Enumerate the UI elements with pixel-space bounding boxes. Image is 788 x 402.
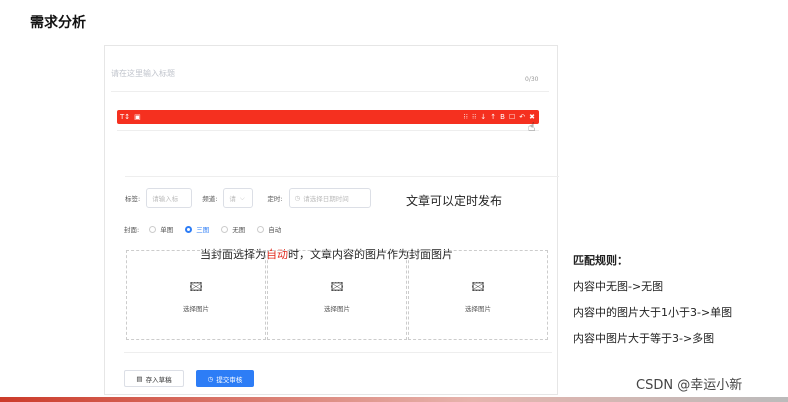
draft-icon: ▤ [136,374,143,383]
align-left-icon[interactable]: ⁝⁝ [464,112,468,122]
cover-option-single[interactable]: 单图 [149,224,173,234]
chevron-down-icon: ⌵ [239,193,245,202]
schedule-annotation: 文章可以定时发布 [406,194,503,208]
undo-icon[interactable]: ↶ [519,112,525,122]
radio-selected-icon [185,225,193,233]
select-image-label: 选择图片 [183,304,209,313]
submit-icon: ◷ [207,374,214,383]
cover-radio-group: 封面: 单图 三图 无图 自动 [124,224,293,234]
cover-label: 封面: [124,226,140,234]
editor-toolbar: T↕ ▣ ⁝⁝ ⁝⁝ ↓ ↑ B ☐ ↶ ✖ [117,110,539,124]
bold-icon[interactable]: B [500,112,505,122]
edit-icon[interactable]: ☐ [509,112,515,122]
move-up-icon[interactable]: ↑ [490,112,496,122]
title-input[interactable]: 请在这里输入标题 [111,68,175,79]
radio-icon [257,225,265,233]
radio-icon [149,225,157,233]
schedule-datetime-input[interactable]: ◷ 请选择日期时间 [288,188,371,208]
title-char-counter: 0/30 [525,76,539,83]
cover-option-auto[interactable]: 自动 [257,224,281,234]
text-format-icon[interactable]: T↕ [120,112,130,122]
select-image-label: 选择图片 [324,304,350,313]
meta-form-row: 标签: 请输入标 频道: 请 ⌵ 定时: ◷ 请选择日期时间 [125,187,371,209]
video-progress-bar [0,397,788,402]
submit-review-button[interactable]: ◷ 提交审核 [196,370,254,387]
select-image-label: 选择图片 [465,304,491,313]
image-add-icon: 🖾 [330,279,344,294]
radio-icon [221,225,229,233]
mouse-cursor-icon: ☝ [528,120,536,134]
image-add-icon: 🖾 [189,279,203,294]
tag-input[interactable]: 请输入标 [146,188,193,208]
cover-image-slot-3[interactable]: 🖾 选择图片 [408,250,548,340]
rule-item: 内容中的图片大于1小于3->单图 [573,306,733,319]
rule-item: 内容中图片大于等于3->多图 [573,332,715,345]
channel-select[interactable]: 请 ⌵ [223,188,254,208]
form-divider [125,176,559,177]
rules-title: 匹配规则： [573,254,628,267]
csdn-watermark: CSDN @幸运小新 [636,378,743,393]
matching-rules: 匹配规则： 内容中无图->无图 内容中的图片大于1小于3->单图 内容中图片大于… [573,248,732,352]
channel-label: 频道: [202,195,218,203]
align-right-icon[interactable]: ⁝⁝ [472,112,476,122]
image-add-icon: 🖾 [471,279,485,294]
move-down-icon[interactable]: ↓ [480,112,486,122]
content-divider [117,130,539,131]
rule-item: 内容中无图->无图 [573,280,664,293]
cover-image-slot-2[interactable]: 🖾 选择图片 [267,250,407,340]
footer-divider [124,352,552,353]
slide-title: 需求分析 [30,15,86,31]
tag-label: 标签: [125,195,141,203]
cover-image-slot-1[interactable]: 🖾 选择图片 [126,250,266,340]
cover-option-none[interactable]: 无图 [221,224,245,234]
schedule-label: 定时: [267,195,283,203]
cover-option-three[interactable]: 三图 [185,224,209,234]
save-draft-button[interactable]: ▤ 存入草稿 [124,370,184,387]
article-editor-screenshot: 请在这里输入标题 0/30 T↕ ▣ ⁝⁝ ⁝⁝ ↓ ↑ B ☐ ↶ ✖ 标签:… [104,45,559,395]
insert-image-icon[interactable]: ▣ [134,112,141,122]
title-divider [111,91,549,92]
clock-icon: ◷ [294,194,301,202]
